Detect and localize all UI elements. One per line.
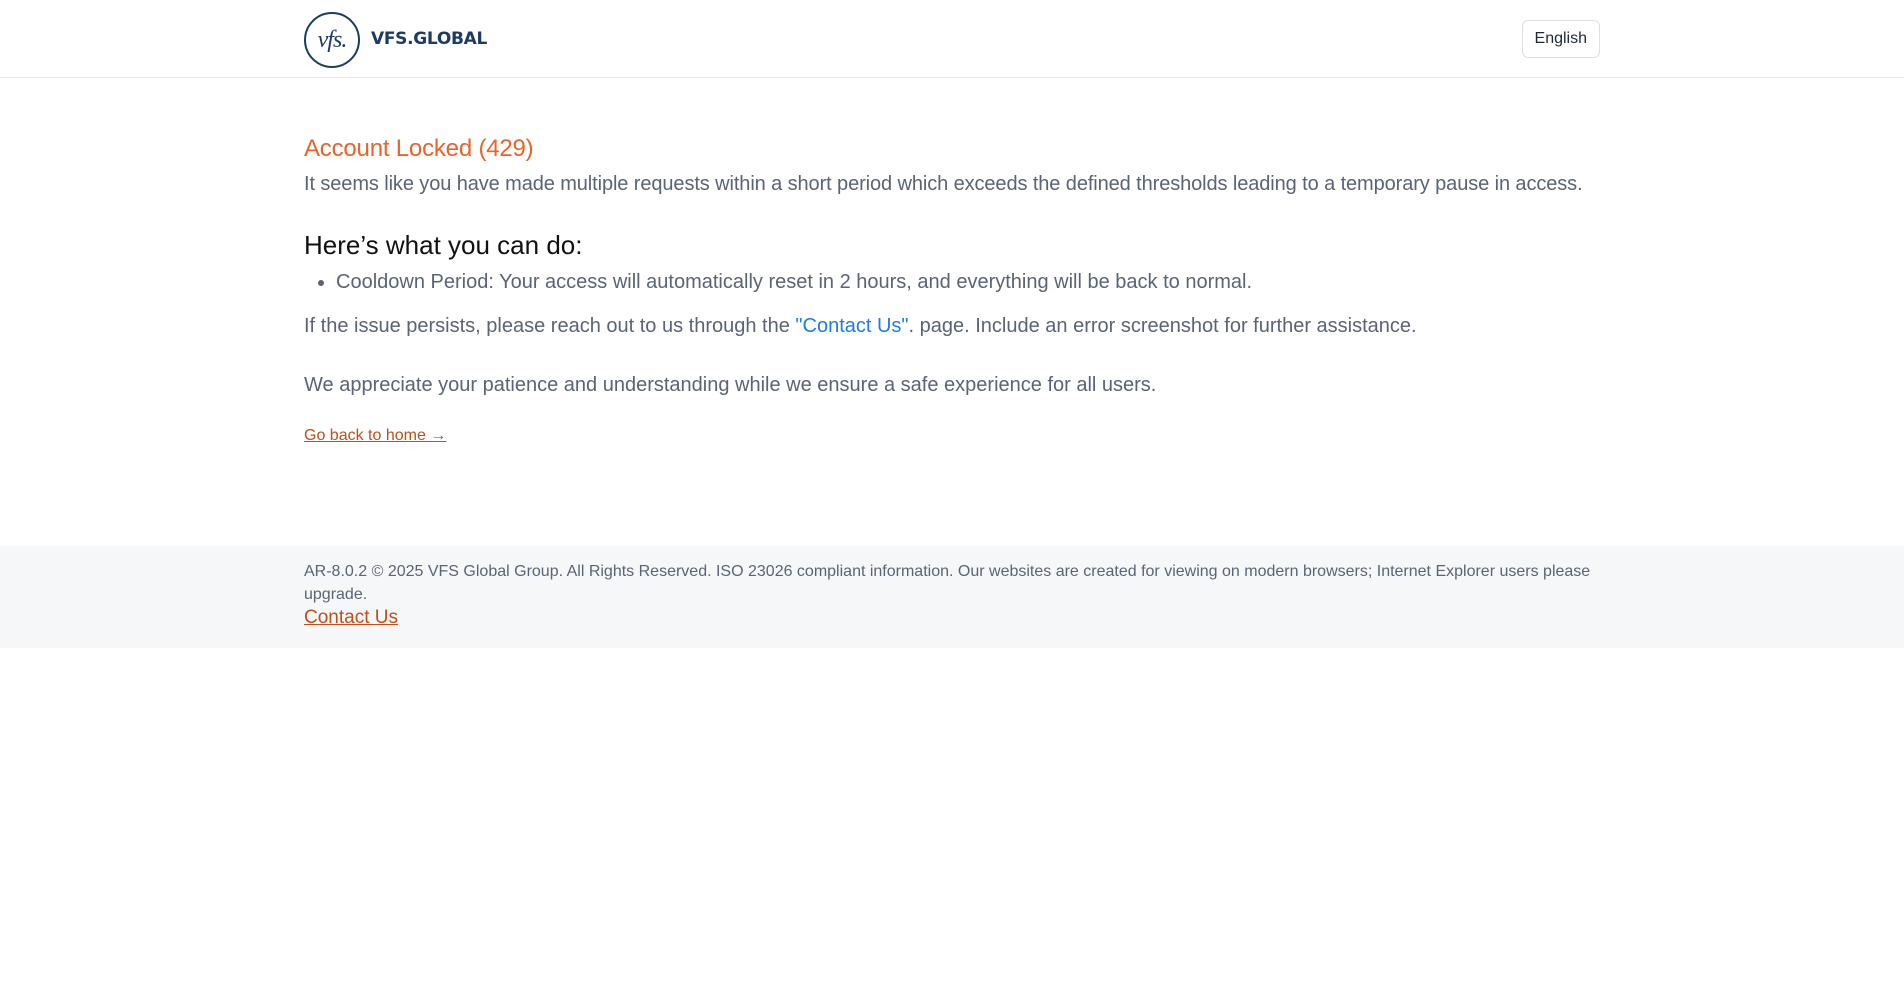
what-you-can-do-heading: Here’s what you can do:: [304, 230, 583, 260]
copyright-text: AR-8.0.2 © 2025 VFS Global Group. All Ri…: [304, 563, 1591, 603]
content-container: Account Locked (429) It seems like you h…: [304, 134, 1600, 447]
persist-text-after: . page. Include an error screenshot for …: [908, 315, 1417, 337]
appreciation-message: We appreciate your patience and understa…: [304, 374, 1157, 396]
main-content: Account Locked (429) It seems like you h…: [0, 78, 1904, 447]
footer-contact-us-link[interactable]: Contact Us: [304, 606, 398, 630]
vfs-global-logo-link[interactable]: vfs. VFS.GLOBAL: [304, 10, 487, 68]
list-item-cooldown: Cooldown Period: Your access will automa…: [336, 268, 1600, 296]
site-footer: AR-8.0.2 © 2025 VFS Global Group. All Ri…: [0, 546, 1904, 648]
logo-wordmark: VFS.GLOBAL: [371, 29, 488, 49]
contact-us-inline-link[interactable]: "Contact Us": [795, 315, 908, 337]
lock-explanation: It seems like you have made multiple req…: [304, 173, 1583, 195]
site-header: vfs. VFS.GLOBAL English: [0, 0, 1904, 78]
language-selector-button[interactable]: English: [1521, 20, 1600, 58]
page-title: Account Locked (429): [304, 135, 534, 162]
footer-container: AR-8.0.2 © 2025 VFS Global Group. All Ri…: [304, 546, 1600, 630]
tips-list: Cooldown Period: Your access will automa…: [304, 268, 1600, 296]
persist-message: If the issue persists, please reach out …: [304, 312, 1600, 340]
header-container: vfs. VFS.GLOBAL English: [304, 0, 1600, 78]
vfs-logo-icon: vfs.: [304, 12, 360, 68]
persist-text-before: If the issue persists, please reach out …: [304, 315, 796, 337]
go-back-home-link[interactable]: Go back to home →: [304, 425, 446, 447]
